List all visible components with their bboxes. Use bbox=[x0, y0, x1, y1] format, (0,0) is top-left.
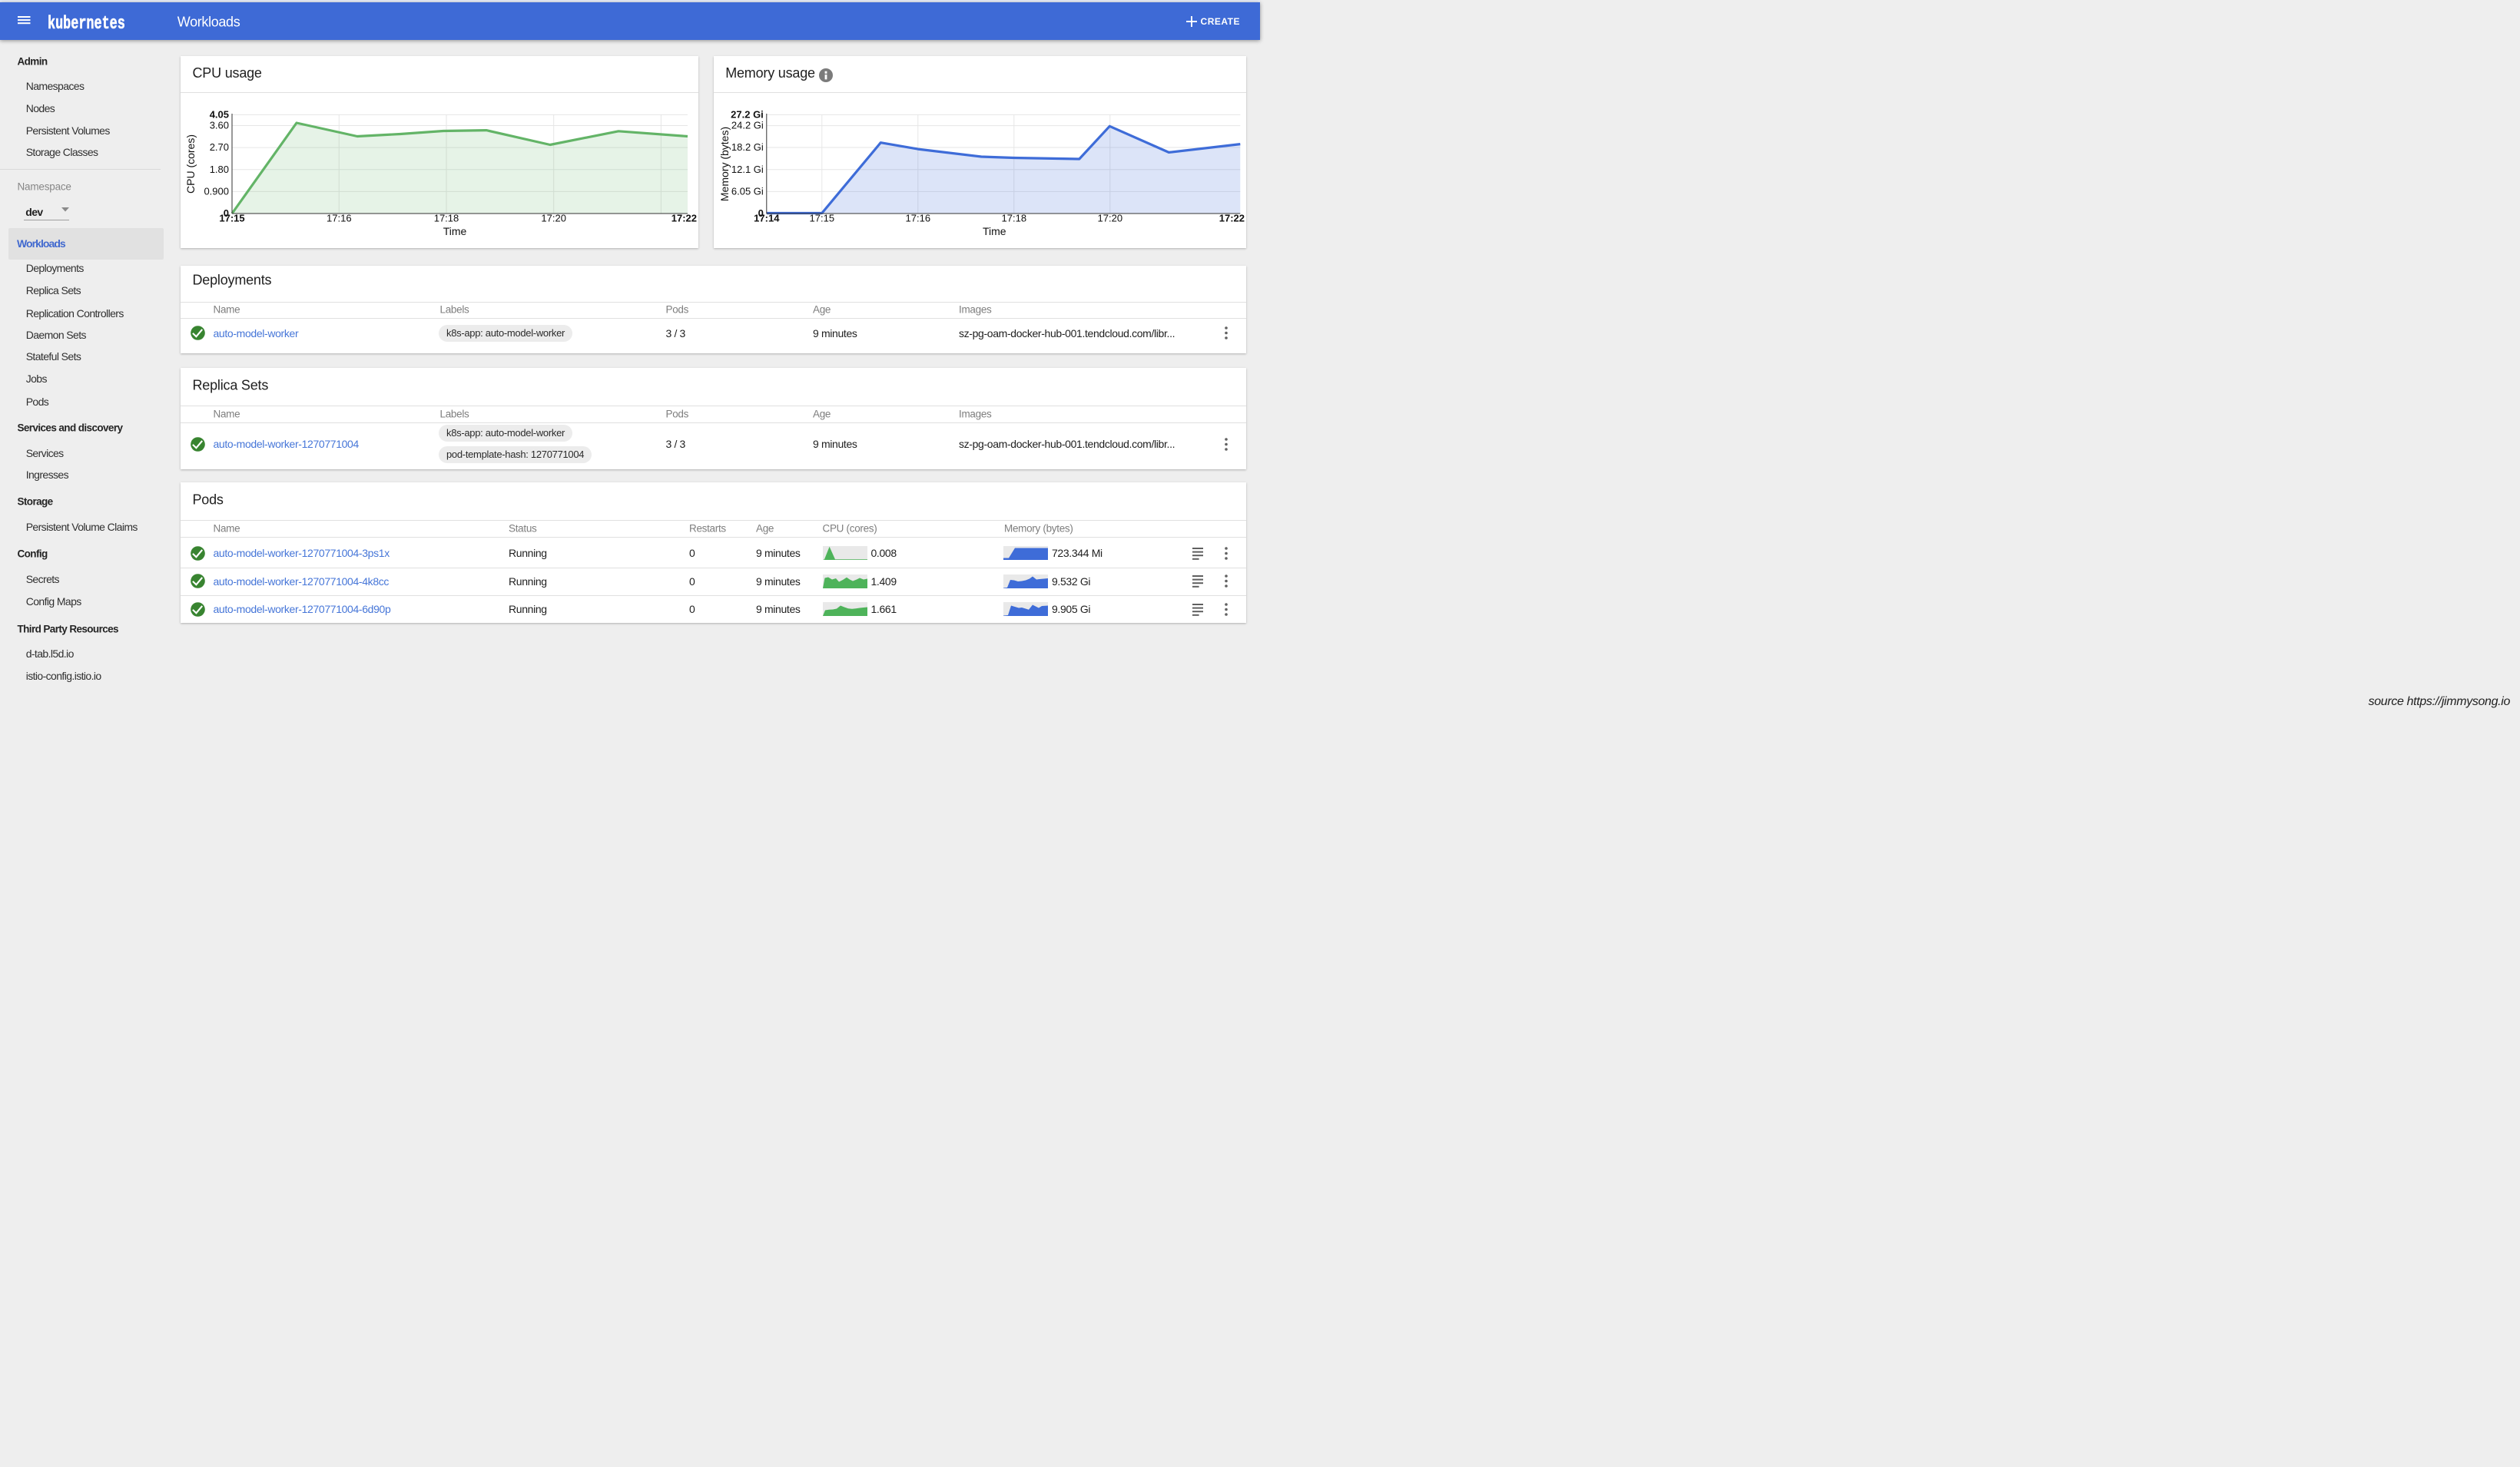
svg-text:17:22: 17:22 bbox=[1219, 213, 1244, 224]
svg-text:17:15: 17:15 bbox=[219, 213, 244, 224]
svg-text:6.05 Gi: 6.05 Gi bbox=[731, 185, 764, 197]
svg-text:17:20: 17:20 bbox=[541, 213, 566, 224]
svg-text:Memory (bytes): Memory (bytes) bbox=[718, 127, 731, 201]
svg-text:17:16: 17:16 bbox=[905, 213, 930, 224]
svg-text:Time: Time bbox=[443, 225, 467, 237]
svg-text:2.70: 2.70 bbox=[210, 141, 229, 153]
svg-text:24.2 Gi: 24.2 Gi bbox=[731, 120, 764, 131]
svg-text:CPU (cores): CPU (cores) bbox=[184, 134, 197, 194]
svg-text:12.1 Gi: 12.1 Gi bbox=[731, 164, 764, 175]
svg-text:17:14: 17:14 bbox=[754, 213, 780, 224]
svg-text:0.900: 0.900 bbox=[204, 185, 229, 197]
svg-text:17:16: 17:16 bbox=[327, 213, 352, 224]
svg-text:4.05: 4.05 bbox=[210, 108, 229, 120]
svg-text:17:18: 17:18 bbox=[434, 213, 459, 224]
svg-text:17:20: 17:20 bbox=[1097, 213, 1122, 224]
svg-text:3.60: 3.60 bbox=[210, 120, 229, 131]
svg-text:27.2 Gi: 27.2 Gi bbox=[731, 108, 764, 120]
svg-text:17:15: 17:15 bbox=[809, 213, 834, 224]
svg-text:18.2 Gi: 18.2 Gi bbox=[731, 141, 764, 153]
svg-text:Time: Time bbox=[983, 225, 1006, 237]
svg-text:17:18: 17:18 bbox=[1001, 213, 1026, 224]
svg-text:1.80: 1.80 bbox=[210, 164, 229, 175]
svg-text:17:22: 17:22 bbox=[671, 213, 697, 224]
